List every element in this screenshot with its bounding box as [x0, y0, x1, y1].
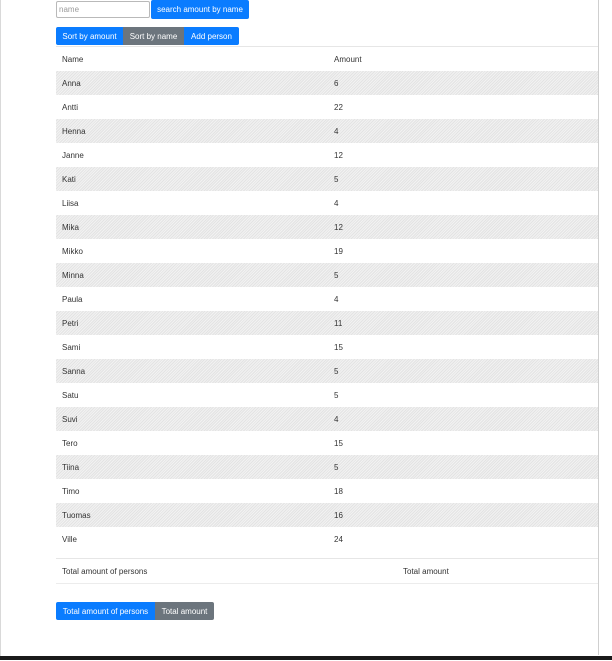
cell-name: Liisa [62, 198, 79, 208]
cell-amount: 16 [334, 510, 343, 520]
total-persons-label: Total amount of persons [62, 566, 148, 576]
cell-amount: 24 [334, 534, 343, 544]
table-row: Suvi 4 [56, 407, 598, 431]
table-row: Satu 5 [56, 383, 598, 407]
table-row: Liisa 4 [56, 191, 598, 215]
cell-amount: 5 [334, 462, 339, 472]
cell-amount: 4 [334, 294, 339, 304]
cell-amount: 11 [334, 318, 343, 328]
cell-amount: 5 [334, 366, 339, 376]
total-persons-button[interactable]: Total amount of persons [56, 602, 155, 620]
cell-amount: 4 [334, 126, 339, 136]
cell-amount: 5 [334, 270, 339, 280]
cell-amount: 5 [334, 390, 339, 400]
table-row: Tiina 5 [56, 455, 598, 479]
window-left-border [0, 0, 1, 656]
totals-row: Total amount of persons Total amount [56, 558, 598, 584]
totals-button-group: Total amount of persons Total amount [56, 602, 214, 620]
cell-name: Kati [62, 174, 76, 184]
sort-button-group: Sort by amount Sort by name Add person [56, 27, 239, 45]
table-row: Paula 4 [56, 287, 598, 311]
cell-name: Janne [62, 150, 84, 160]
table-row: Sami 15 [56, 335, 598, 359]
cell-name: Timo [62, 486, 80, 496]
table-row: Kati 5 [56, 167, 598, 191]
table-row: Sanna 5 [56, 359, 598, 383]
persons-table: Name Amount Anna 6 Antti 22 Henna 4 Janne 12 Kat… [56, 46, 598, 551]
cell-name: Mikko [62, 246, 83, 256]
cell-name: Tero [62, 438, 78, 448]
total-amount-button[interactable]: Total amount [155, 602, 214, 620]
cell-name: Tiina [62, 462, 80, 472]
cell-amount: 15 [334, 438, 343, 448]
table-row: Antti 22 [56, 95, 598, 119]
table-row: Petri 11 [56, 311, 598, 335]
cell-amount: 15 [334, 342, 343, 352]
search-input[interactable] [56, 1, 150, 18]
table-row: Anna 6 [56, 71, 598, 95]
table-row: Ville 24 [56, 527, 598, 551]
cell-amount: 4 [334, 198, 339, 208]
cell-name: Antti [62, 102, 79, 112]
cell-name: Mika [62, 222, 79, 232]
table-row: Tuomas 16 [56, 503, 598, 527]
cell-name: Henna [62, 126, 86, 136]
header-name: Name [62, 54, 84, 64]
table-row: Tero 15 [56, 431, 598, 455]
cell-amount: 22 [334, 102, 343, 112]
cell-name: Sami [62, 342, 81, 352]
table-header: Name Amount [56, 46, 598, 71]
window-bottom-border [0, 656, 612, 660]
window-right-border [598, 0, 599, 655]
cell-amount: 19 [334, 246, 343, 256]
table-body: Anna 6 Antti 22 Henna 4 Janne 12 Kati 5 Liisa 4 Mika… [56, 71, 598, 551]
cell-amount: 18 [334, 486, 343, 496]
sort-by-amount-button[interactable]: Sort by amount [56, 27, 123, 45]
cell-name: Tuomas [62, 510, 91, 520]
sort-by-name-button[interactable]: Sort by name [123, 27, 184, 45]
cell-amount: 5 [334, 174, 339, 184]
table-row: Janne 12 [56, 143, 598, 167]
cell-name: Sanna [62, 366, 86, 376]
cell-amount: 12 [334, 222, 343, 232]
cell-name: Paula [62, 294, 83, 304]
cell-name: Suvi [62, 414, 78, 424]
table-row: Timo 18 [56, 479, 598, 503]
header-amount: Amount [334, 54, 362, 64]
table-row: Henna 4 [56, 119, 598, 143]
table-row: Mika 12 [56, 215, 598, 239]
cell-name: Petri [62, 318, 79, 328]
cell-name: Anna [62, 78, 81, 88]
cell-name: Minna [62, 270, 84, 280]
total-amount-label: Total amount [403, 566, 449, 576]
search-bar: search amount by name [56, 0, 249, 19]
cell-name: Satu [62, 390, 79, 400]
cell-name: Ville [62, 534, 77, 544]
cell-amount: 6 [334, 78, 339, 88]
table-row: Mikko 19 [56, 239, 598, 263]
cell-amount: 4 [334, 414, 339, 424]
cell-amount: 12 [334, 150, 343, 160]
add-person-button[interactable]: Add person [184, 27, 239, 45]
table-row: Minna 5 [56, 263, 598, 287]
search-amount-button[interactable]: search amount by name [151, 0, 249, 19]
